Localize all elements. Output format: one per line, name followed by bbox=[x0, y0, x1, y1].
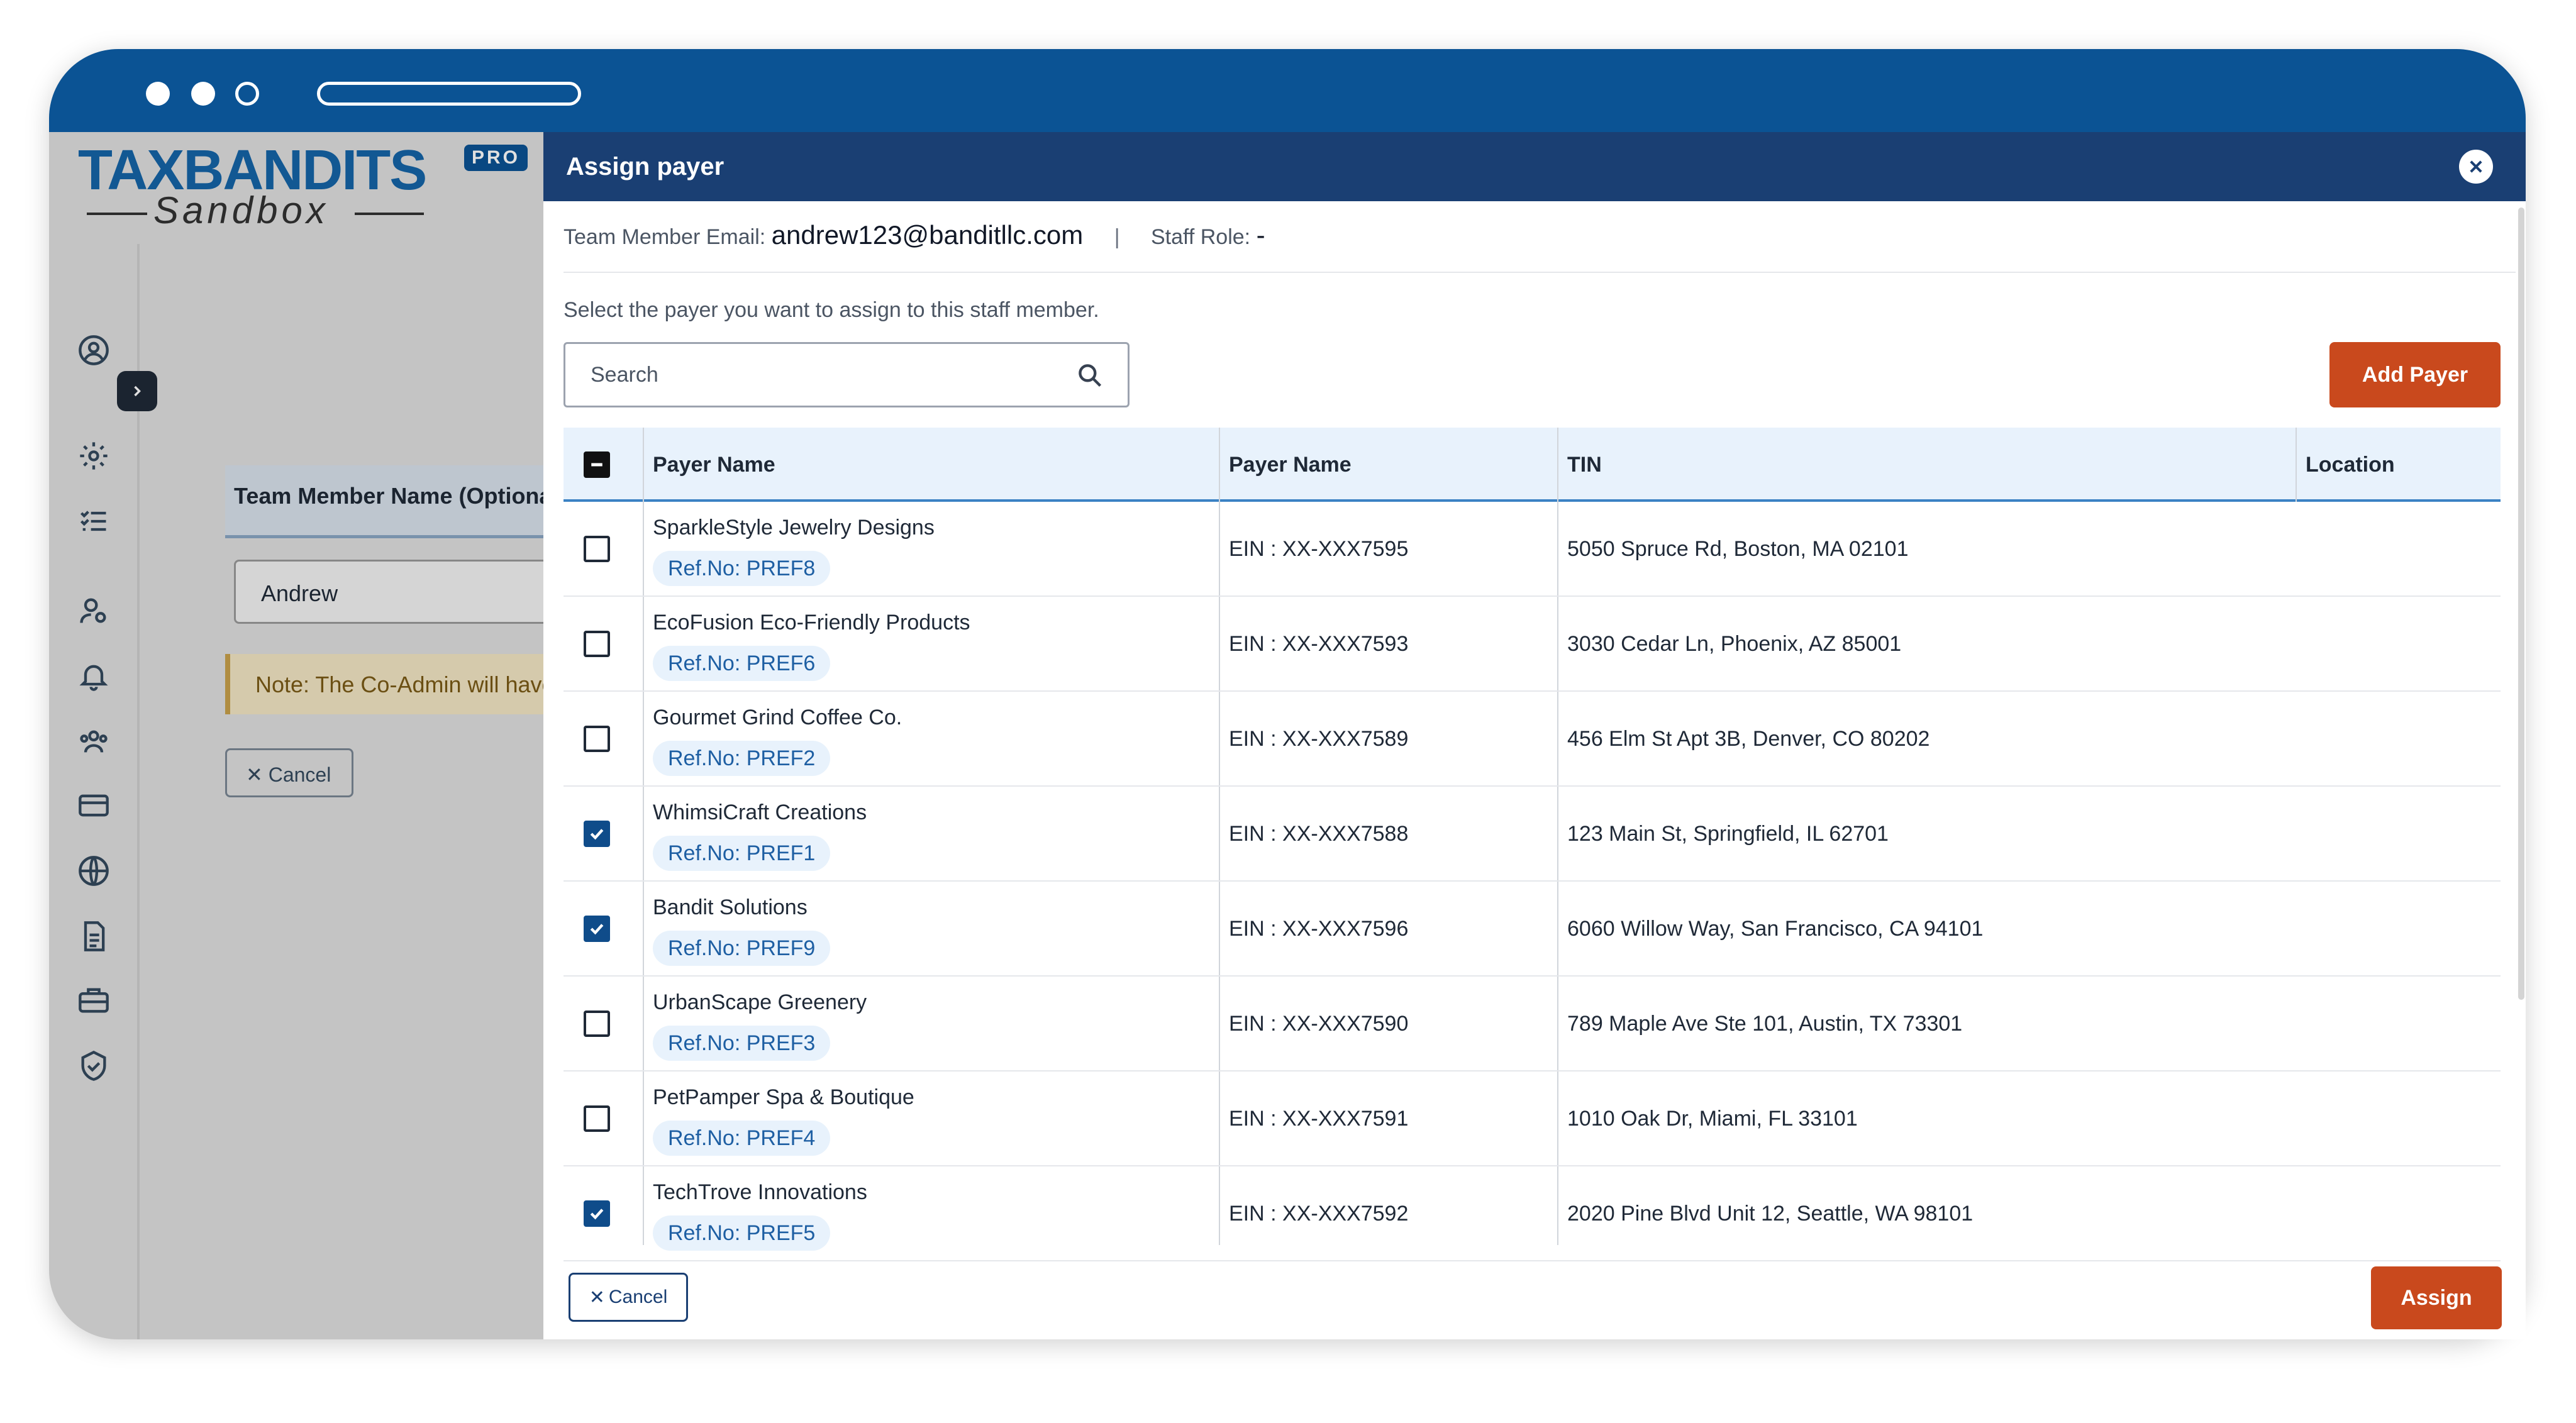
column-header-location: Location bbox=[2306, 452, 2395, 477]
payer-tin: EIN : XX-XXX7592 bbox=[1229, 1202, 1409, 1226]
table-row[interactable]: SparkleStyle Jewelry Designs Ref.No: PREF… bbox=[564, 502, 2501, 597]
payer-name: Bandit Solutions bbox=[653, 895, 808, 919]
payer-tin: EIN : XX-XXX7593 bbox=[1229, 632, 1409, 656]
modal-title: Assign payer bbox=[566, 152, 724, 180]
assign-payer-modal: Assign payer Team Member Email: andrew12… bbox=[543, 132, 2526, 1339]
column-header-tin: TIN bbox=[1567, 452, 1602, 477]
instruction-text: Select the payer you want to assign to t… bbox=[564, 298, 1099, 322]
ref-badge: Ref.No: PREF9 bbox=[653, 931, 831, 966]
table-row[interactable]: TechTrove Innovations Ref.No: PREF5 EIN : … bbox=[564, 1166, 2501, 1261]
row-checkbox[interactable] bbox=[584, 1200, 610, 1227]
row-checkbox[interactable] bbox=[584, 631, 610, 657]
window-dot-close[interactable] bbox=[146, 82, 170, 106]
table-row[interactable]: PetPamper Spa & Boutique Ref.No: PREF4 EIN… bbox=[564, 1071, 2501, 1166]
payer-tin: EIN : XX-XXX7590 bbox=[1229, 1012, 1409, 1036]
payer-name: SparkleStyle Jewelry Designs bbox=[653, 516, 935, 540]
table-row[interactable]: Gourmet Grind Coffee Co. Ref.No: PREF2 EIN… bbox=[564, 692, 2501, 787]
table-body: SparkleStyle Jewelry Designs Ref.No: PREF… bbox=[564, 502, 2501, 1261]
ref-badge: Ref.No: PREF5 bbox=[653, 1215, 831, 1251]
payer-location: 456 Elm St Apt 3B, Denver, CO 80202 bbox=[1567, 727, 1930, 751]
payer-location: 5050 Spruce Rd, Boston, MA 02101 bbox=[1567, 537, 1909, 561]
row-checkbox[interactable] bbox=[584, 536, 610, 562]
payer-tin: EIN : XX-XXX7588 bbox=[1229, 822, 1409, 846]
payer-location: 6060 Willow Way, San Francisco, CA 94101 bbox=[1567, 917, 1984, 941]
row-checkbox[interactable] bbox=[584, 1010, 610, 1037]
ref-badge: Ref.No: PREF6 bbox=[653, 646, 831, 681]
add-payer-button[interactable]: Add Payer bbox=[2329, 342, 2501, 407]
payer-tin: EIN : XX-XXX7589 bbox=[1229, 727, 1409, 751]
column-header-payer-name-2: Payer Name bbox=[1229, 452, 1352, 477]
row-checkbox[interactable] bbox=[584, 821, 610, 847]
payer-name: EcoFusion Eco-Friendly Products bbox=[653, 611, 970, 634]
member-info: Team Member Email: andrew123@banditllc.c… bbox=[564, 220, 1265, 250]
cancel-button[interactable]: ✕ Cancel bbox=[569, 1273, 688, 1322]
payer-location: 1010 Oak Dr, Miami, FL 33101 bbox=[1567, 1107, 1858, 1131]
row-checkbox[interactable] bbox=[584, 916, 610, 942]
ref-badge: Ref.No: PREF4 bbox=[653, 1121, 831, 1156]
modal-close-button[interactable] bbox=[2459, 150, 2493, 184]
close-icon bbox=[2470, 160, 2482, 173]
window-dot-minimize[interactable] bbox=[191, 82, 215, 106]
window-dot-maximize[interactable] bbox=[235, 82, 259, 106]
ref-badge: Ref.No: PREF8 bbox=[653, 551, 831, 586]
ref-badge: Ref.No: PREF2 bbox=[653, 741, 831, 776]
info-separator: | bbox=[1114, 225, 1120, 249]
ref-badge: Ref.No: PREF3 bbox=[653, 1026, 831, 1061]
table-row[interactable]: UrbanScape Greenery Ref.No: PREF3 EIN : XX… bbox=[564, 977, 2501, 1071]
member-email-label: Team Member Email: bbox=[564, 225, 766, 249]
column-header-payer-name: Payer Name bbox=[653, 452, 775, 477]
ref-badge: Ref.No: PREF1 bbox=[653, 836, 831, 871]
modal-scrollbar[interactable] bbox=[2518, 208, 2524, 1000]
table-row[interactable]: EcoFusion Eco-Friendly Products Ref.No: P… bbox=[564, 597, 2501, 692]
payer-location: 3030 Cedar Ln, Phoenix, AZ 85001 bbox=[1567, 632, 1902, 656]
payer-location: 789 Maple Ave Ste 101, Austin, TX 73301 bbox=[1567, 1012, 1963, 1036]
assign-button[interactable]: Assign bbox=[2371, 1266, 2502, 1329]
payer-location: 123 Main St, Springfield, IL 62701 bbox=[1567, 822, 1889, 846]
payer-location: 2020 Pine Blvd Unit 12, Seattle, WA 9810… bbox=[1567, 1202, 1974, 1226]
payer-name: UrbanScape Greenery bbox=[653, 990, 867, 1014]
payer-tin: EIN : XX-XXX7596 bbox=[1229, 917, 1409, 941]
select-all-checkbox[interactable] bbox=[584, 451, 610, 478]
modal-header: Assign payer bbox=[543, 132, 2526, 201]
table-row[interactable]: Bandit Solutions Ref.No: PREF9 EIN : XX-XX… bbox=[564, 882, 2501, 977]
browser-chrome bbox=[49, 49, 2526, 132]
payer-tin: EIN : XX-XXX7595 bbox=[1229, 537, 1409, 561]
row-checkbox[interactable] bbox=[584, 726, 610, 752]
search-input[interactable] bbox=[565, 344, 1128, 406]
payer-table: Payer Name Payer Name TIN Location Spark… bbox=[564, 428, 2501, 1261]
close-icon: ✕ bbox=[589, 1287, 605, 1308]
search-box bbox=[564, 342, 1130, 407]
payer-name: TechTrove Innovations bbox=[653, 1180, 867, 1204]
payer-name: Gourmet Grind Coffee Co. bbox=[653, 706, 902, 729]
search-icon[interactable] bbox=[1076, 362, 1104, 389]
payer-name: PetPamper Spa & Boutique bbox=[653, 1085, 914, 1109]
table-header: Payer Name Payer Name TIN Location bbox=[564, 428, 2501, 502]
row-checkbox[interactable] bbox=[584, 1105, 610, 1132]
address-bar[interactable] bbox=[317, 82, 581, 106]
staff-role-value: - bbox=[1256, 220, 1265, 250]
table-row[interactable]: WhimsiCraft Creations Ref.No: PREF1 EIN : … bbox=[564, 787, 2501, 882]
member-email: andrew123@banditllc.com bbox=[771, 220, 1084, 250]
payer-tin: EIN : XX-XXX7591 bbox=[1229, 1107, 1409, 1131]
payer-name: WhimsiCraft Creations bbox=[653, 800, 867, 824]
staff-role-label: Staff Role: bbox=[1150, 225, 1251, 249]
